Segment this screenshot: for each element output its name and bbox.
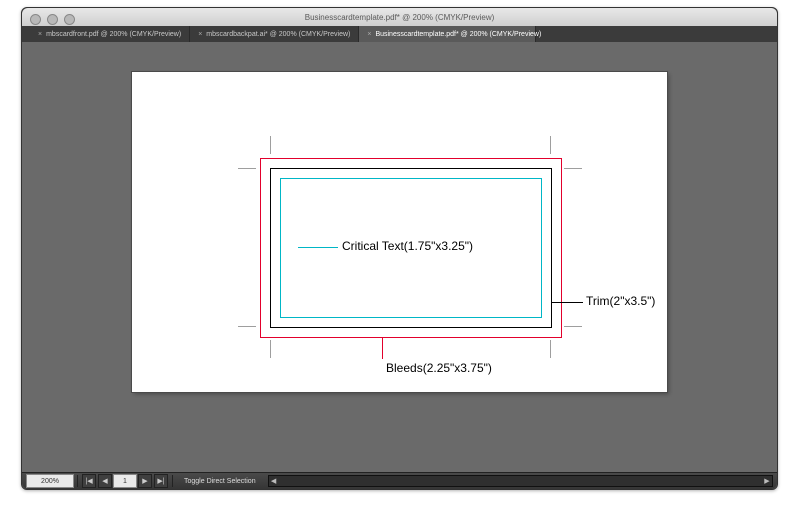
app-window: Businesscardtemplate.pdf* @ 200% (CMYK/P… — [21, 7, 778, 490]
tab-businesscardtemplate[interactable]: × Businesscardtemplate.pdf* @ 200% (CMYK… — [359, 26, 536, 42]
next-page-button[interactable]: ▶ — [138, 474, 152, 488]
callout-leader — [298, 247, 338, 248]
zoom-level-field[interactable]: 200% — [26, 474, 74, 488]
horizontal-scrollbar[interactable]: ◀ ▶ — [268, 475, 773, 487]
crop-mark — [564, 326, 582, 327]
crop-mark — [270, 136, 271, 154]
separator — [77, 475, 78, 487]
zoom-window-button[interactable] — [64, 14, 75, 25]
tab-mbscardbackpat[interactable]: × mbscardbackpat.ai* @ 200% (CMYK/Previe… — [190, 26, 359, 42]
close-icon[interactable]: × — [38, 31, 42, 38]
crop-mark — [238, 168, 256, 169]
crop-mark — [564, 168, 582, 169]
callout-trim: Trim(2"x3.5") — [586, 294, 655, 308]
first-page-button[interactable]: |◀ — [82, 474, 96, 488]
scroll-right-icon[interactable]: ▶ — [762, 476, 772, 486]
selection-mode-label[interactable]: Toggle Direct Selection — [184, 478, 256, 485]
page-number-field[interactable]: 1 — [113, 474, 137, 488]
artboard[interactable]: Critical Text(1.75"x3.25") Trim(2"x3.5")… — [132, 72, 667, 392]
close-icon[interactable]: × — [198, 31, 202, 38]
crop-mark — [238, 326, 256, 327]
prev-page-button[interactable]: ◀ — [98, 474, 112, 488]
crop-mark — [550, 136, 551, 154]
window-controls — [30, 14, 75, 25]
window-title: Businesscardtemplate.pdf* @ 200% (CMYK/P… — [305, 13, 495, 22]
status-bar: 200% |◀ ◀ 1 ▶ ▶| Toggle Direct Selection… — [22, 472, 777, 489]
last-page-button[interactable]: ▶| — [154, 474, 168, 488]
callout-bleeds: Bleeds(2.25"x3.75") — [386, 361, 492, 375]
tab-label: Businesscardtemplate.pdf* @ 200% (CMYK/P… — [375, 31, 541, 38]
document-tabs: × mbscardfront.pdf @ 200% (CMYK/Preview)… — [22, 26, 777, 42]
tab-label: mbscardbackpat.ai* @ 200% (CMYK/Preview) — [206, 31, 350, 38]
close-icon[interactable]: × — [367, 31, 371, 38]
crop-mark — [270, 340, 271, 358]
tab-mbscardfront[interactable]: × mbscardfront.pdf @ 200% (CMYK/Preview) — [30, 26, 190, 42]
minimize-window-button[interactable] — [47, 14, 58, 25]
crop-mark — [550, 340, 551, 358]
callout-leader — [551, 302, 583, 303]
callout-critical-text: Critical Text(1.75"x3.25") — [342, 239, 473, 253]
callout-leader — [382, 337, 383, 359]
titlebar: Businesscardtemplate.pdf* @ 200% (CMYK/P… — [22, 8, 777, 27]
tab-label: mbscardfront.pdf @ 200% (CMYK/Preview) — [46, 31, 181, 38]
separator — [172, 475, 173, 487]
canvas-viewport[interactable]: Critical Text(1.75"x3.25") Trim(2"x3.5")… — [22, 42, 777, 473]
close-window-button[interactable] — [30, 14, 41, 25]
scroll-left-icon[interactable]: ◀ — [269, 476, 279, 486]
